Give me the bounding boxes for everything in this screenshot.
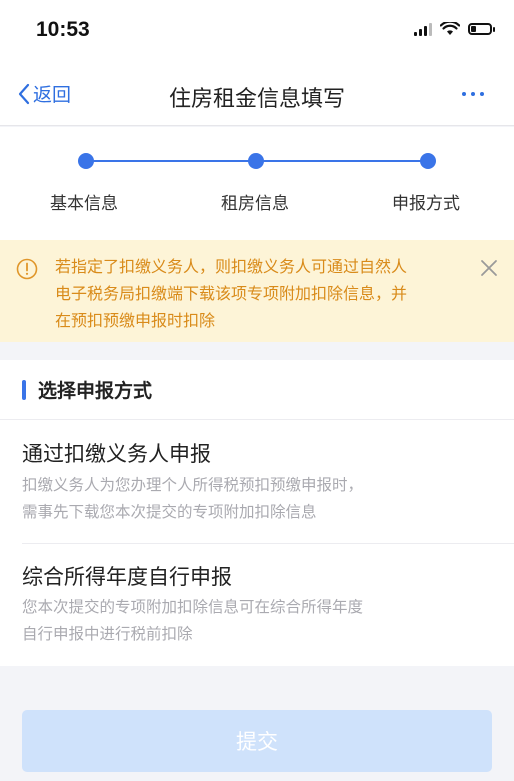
notice-text: 若指定了扣缴义务人，则扣缴义务人可通过自然人 电子税务局扣缴端下载该项专项附加扣… (55, 253, 460, 334)
option-description: 您本次提交的专项附加扣除信息可在综合所得年度 自行申报中进行税前扣除 (22, 594, 492, 648)
option-self-declaration[interactable]: 综合所得年度自行申报 您本次提交的专项附加扣除信息可在综合所得年度 自行申报中进… (0, 544, 514, 666)
back-button[interactable]: 返回 (18, 80, 71, 107)
section-header: 选择申报方式 (0, 360, 514, 420)
step-indicator: 基本信息 租房信息 申报方式 (0, 127, 514, 240)
option-description: 扣缴义务人为您办理个人所得税预扣预缴申报时， 需事先下载您本次提交的专项附加扣除… (22, 472, 492, 526)
step-connector (86, 160, 256, 162)
step-label-2: 租房信息 (221, 194, 289, 214)
section-accent-bar (22, 380, 26, 400)
nav-bar: 返回 住房租金信息填写 (0, 62, 514, 126)
battery-icon (468, 23, 495, 35)
more-dots-icon (462, 92, 466, 96)
notice-line: 电子税务局扣缴端下载该项专项附加扣除信息，并 (55, 284, 408, 303)
option-desc-line: 扣缴义务人为您办理个人所得税预扣预缴申报时， (22, 476, 364, 494)
submit-button[interactable]: 提交 (22, 710, 492, 772)
step-dot-1 (78, 153, 94, 169)
step-dot-3 (420, 153, 436, 169)
notice-banner: 若指定了扣缴义务人，则扣缴义务人可通过自然人 电子税务局扣缴端下载该项专项附加扣… (0, 240, 514, 342)
step-connector (256, 160, 428, 162)
more-button[interactable] (462, 92, 484, 96)
declaration-method-section: 选择申报方式 通过扣缴义务人申报 扣缴义务人为您办理个人所得税预扣预缴申报时， … (0, 360, 514, 666)
notice-line: 在预扣预缴申报时扣除 (55, 311, 216, 330)
option-withholding-agent[interactable]: 通过扣缴义务人申报 扣缴义务人为您办理个人所得税预扣预缴申报时， 需事先下载您本… (0, 420, 514, 543)
status-time: 10:53 (36, 18, 90, 41)
option-title: 通过扣缴义务人申报 (22, 442, 211, 466)
chevron-left-icon (18, 83, 30, 104)
back-label: 返回 (33, 84, 72, 106)
option-desc-line: 您本次提交的专项附加扣除信息可在综合所得年度 (22, 598, 364, 616)
step-dot-2 (248, 153, 264, 169)
notice-line: 若指定了扣缴义务人，则扣缴义务人可通过自然人 (55, 257, 408, 276)
section-title: 选择申报方式 (38, 380, 153, 402)
option-title: 综合所得年度自行申报 (22, 565, 232, 589)
page-title: 住房租金信息填写 (168, 87, 345, 112)
step-label-1: 基本信息 (50, 194, 118, 214)
wifi-icon (440, 22, 460, 35)
signal-icon (414, 22, 432, 36)
option-desc-line: 自行申报中进行税前扣除 (22, 625, 193, 643)
close-icon[interactable] (480, 259, 498, 277)
status-bar: 10:53 (0, 0, 514, 62)
option-desc-line: 需事先下载您本次提交的专项附加扣除信息 (22, 503, 317, 521)
step-label-3: 申报方式 (392, 194, 460, 214)
status-icons (414, 22, 495, 36)
warning-circle-icon (16, 258, 38, 280)
